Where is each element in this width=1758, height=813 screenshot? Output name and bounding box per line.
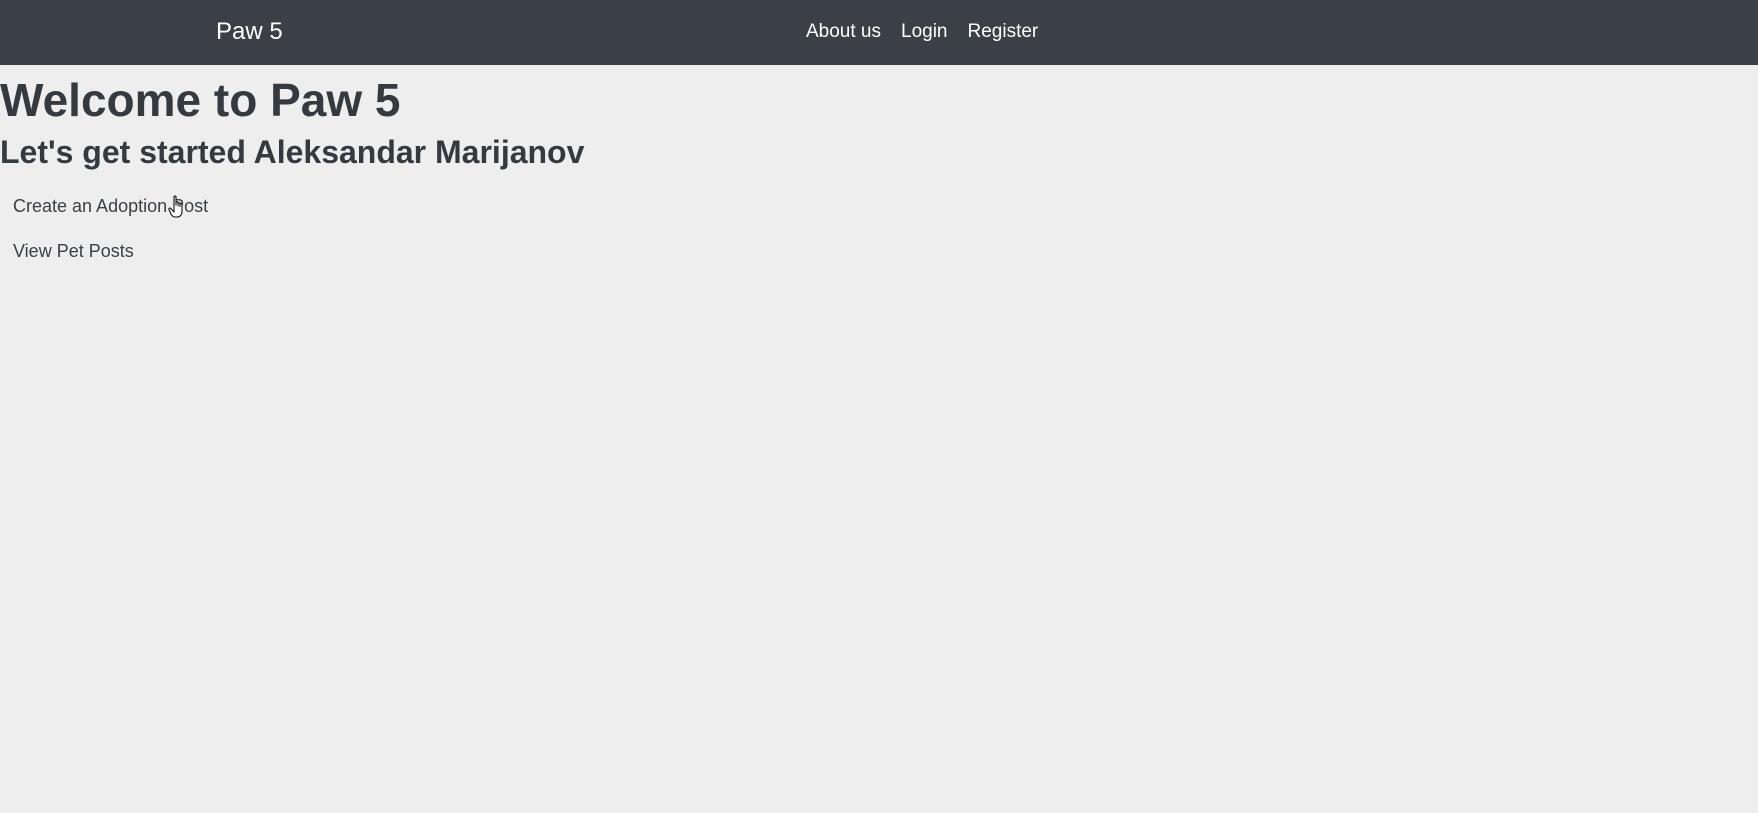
page-title: Welcome to Paw 5 bbox=[0, 74, 401, 126]
nav-register-link[interactable]: Register bbox=[968, 20, 1039, 44]
welcome-subtitle: Let's get started Aleksandar Marijanov bbox=[0, 134, 585, 170]
top-navbar: Paw 5 About us Login Register bbox=[0, 0, 1758, 65]
nav-login-link[interactable]: Login bbox=[901, 20, 948, 44]
view-pet-posts-link[interactable]: View Pet Posts bbox=[13, 239, 134, 263]
brand-link[interactable]: Paw 5 bbox=[216, 16, 283, 48]
nav-links: About us Login Register bbox=[806, 20, 1038, 44]
create-adoption-post-link[interactable]: Create an Adoption Post bbox=[13, 194, 208, 218]
nav-about-us-link[interactable]: About us bbox=[806, 20, 881, 44]
